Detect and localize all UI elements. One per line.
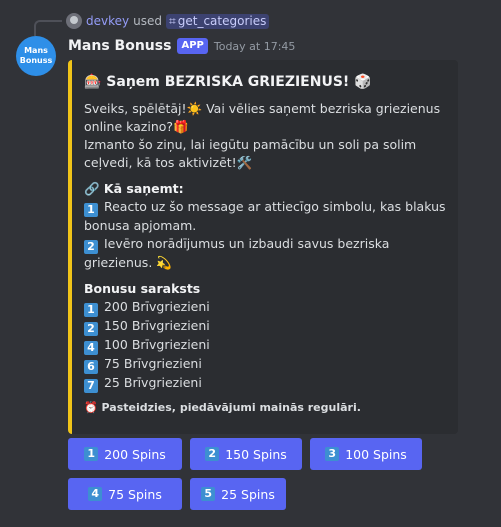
keycap-icon: 1 xyxy=(84,303,98,317)
embed-footer: ⏰ Pasteidzies, piedāvājumi mainās regulā… xyxy=(84,401,361,414)
bonus-list-label: 100 Brīvgriezieni xyxy=(103,337,210,352)
slash-command[interactable]: ⌗ get_categories xyxy=(165,13,270,29)
keycap-icon: 4 xyxy=(84,341,98,355)
message-header: Mans Bonuss APP Today at 17:45 xyxy=(68,36,295,56)
keycap-icon: 6 xyxy=(84,360,98,374)
reply-user-avatar[interactable] xyxy=(66,13,82,29)
spins-200-button[interactable]: 1 200 Spins xyxy=(68,438,182,470)
keycap-1-icon: 1 xyxy=(84,203,98,217)
keycap-3-icon: 3 xyxy=(325,447,340,461)
howto-title: 🔗 Kā saņemt: xyxy=(84,181,184,196)
keycap-1-icon: 1 xyxy=(84,447,99,461)
bonus-list-label: 200 Brīvgriezieni xyxy=(103,299,210,314)
avatar-text-line2: Bonuss xyxy=(19,56,53,65)
embed-title: 🎰 Saņem BEZRISKA GRIEZIENUS! 🎲 xyxy=(84,74,372,90)
keycap-5-icon: 5 xyxy=(201,487,216,501)
keycap-2-icon: 2 xyxy=(205,447,220,461)
message-timestamp[interactable]: Today at 17:45 xyxy=(214,40,296,53)
button-label: 150 Spins xyxy=(225,446,287,462)
bonus-list-title: Bonusu saraksts xyxy=(84,281,201,296)
hash-icon: ⌗ xyxy=(168,13,176,28)
bonus-list-item: 1 200 Brīvgriezieni xyxy=(84,298,446,317)
intro-line-1: Sveiks, spēlētāj!☀️ Vai vēlies saņemt be… xyxy=(84,101,441,134)
reply-preview[interactable]: devkey used ⌗ get_categories xyxy=(66,12,270,30)
command-name: get_categories xyxy=(177,14,267,28)
button-label: 100 Spins xyxy=(345,446,407,462)
keycap-icon: 2 xyxy=(84,322,98,336)
bonus-list-label: 25 Brīvgriezieni xyxy=(103,375,202,390)
spins-25-button[interactable]: 5 25 Spins xyxy=(190,478,286,510)
reply-connector xyxy=(34,20,62,36)
spins-150-button[interactable]: 2 150 Spins xyxy=(190,438,302,470)
intro-line-2: Izmanto šo ziņu, lai iegūtu pamācību un … xyxy=(84,137,417,170)
bonus-list-item: 7 25 Brīvgriezieni xyxy=(84,374,446,393)
button-label: 200 Spins xyxy=(104,446,166,462)
embed-description: Sveiks, spēlētāj!☀️ Vai vēlies saņemt be… xyxy=(84,100,446,393)
reply-username[interactable]: devkey xyxy=(86,14,129,28)
button-label: 25 Spins xyxy=(221,486,275,502)
bonus-list-label: 150 Brīvgriezieni xyxy=(103,318,210,333)
embed-card: 🎰 Saņem BEZRISKA GRIEZIENUS! 🎲 Sveiks, s… xyxy=(68,60,458,434)
app-badge: APP xyxy=(177,38,208,54)
button-label: 75 Spins xyxy=(108,486,162,502)
bot-avatar[interactable]: Mans Bonuss xyxy=(16,36,56,76)
step-1-text: Reacto uz šo message ar attiecīgo simbol… xyxy=(84,199,446,233)
bonus-list-item: 6 75 Brīvgriezieni xyxy=(84,355,446,374)
keycap-icon: 7 xyxy=(84,379,98,393)
step-2-text: Ievēro norādījumus un izbaudi savus bezr… xyxy=(84,236,390,270)
spins-100-button[interactable]: 3 100 Spins xyxy=(310,438,422,470)
avatar-text-line1: Mans xyxy=(24,46,48,55)
spins-75-button[interactable]: 4 75 Spins xyxy=(68,478,182,510)
bonus-list-item: 4 100 Brīvgriezieni xyxy=(84,336,446,355)
reply-verb: used xyxy=(133,14,162,28)
bonus-list-item: 2 150 Brīvgriezieni xyxy=(84,317,446,336)
keycap-4-icon: 4 xyxy=(88,487,103,501)
bonus-list-label: 75 Brīvgriezieni xyxy=(103,356,202,371)
keycap-2-icon: 2 xyxy=(84,240,98,254)
author-name[interactable]: Mans Bonuss xyxy=(68,38,171,54)
step-1: 1 Reacto uz šo message ar attiecīgo simb… xyxy=(84,198,446,235)
step-2: 2 Ievēro norādījumus un izbaudi savus be… xyxy=(84,235,446,272)
